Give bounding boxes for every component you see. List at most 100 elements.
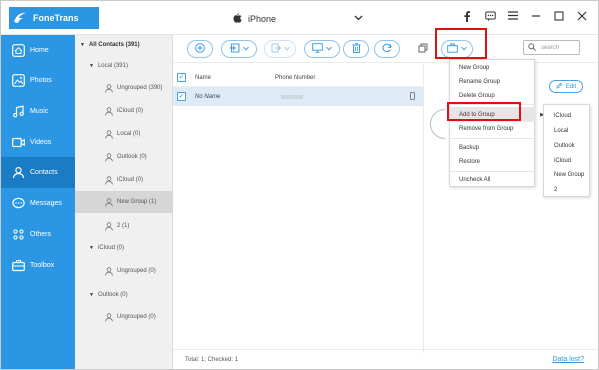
tree-row[interactable]: iCloud (0): [75, 100, 173, 122]
tree-row[interactable]: 2 (1): [75, 215, 173, 237]
sidebar-item-others[interactable]: Others: [1, 219, 75, 250]
search-box[interactable]: search: [523, 40, 580, 55]
plus-icon: [195, 43, 205, 55]
device-selector[interactable]: iPhone: [233, 11, 363, 27]
duplicate-icon: [418, 43, 428, 55]
sidebar-item-label: Photos: [30, 77, 52, 84]
sidebar-item-videos[interactable]: Videos: [1, 127, 75, 158]
sidebar-item-toolbox[interactable]: Toolbox: [1, 250, 75, 281]
data-lost-link[interactable]: Data lost?: [552, 356, 584, 363]
menu-item-remove-from-group[interactable]: Remove from Group: [450, 121, 536, 136]
menu-item-delete-group[interactable]: Delete Group: [450, 88, 536, 103]
tree-row[interactable]: ▼ Outlook (0): [75, 284, 173, 306]
tree-row-label: Ungrouped (0): [117, 268, 156, 274]
menu-item-uncheck-all[interactable]: Uncheck All: [450, 172, 536, 187]
tree-row-label: New Group (1): [117, 199, 157, 205]
submenu-item[interactable]: New Group: [544, 167, 591, 182]
add-to-group-submenu: iCloud Local Outlook iCloud New Group 2: [543, 104, 590, 197]
window-controls: [461, 11, 588, 23]
menu-separator: [450, 138, 536, 139]
chevron-down-icon: [243, 46, 249, 53]
sidebar-item-messages[interactable]: Messages: [1, 188, 75, 219]
person-icon: [105, 175, 113, 185]
submenu-item[interactable]: Local: [544, 123, 591, 138]
menu-item-rename-group[interactable]: Rename Group: [450, 74, 536, 89]
pencil-icon: [556, 82, 563, 91]
sidebar-item-contacts[interactable]: Contacts: [1, 157, 75, 188]
app-logo: FoneTrans: [9, 7, 99, 29]
annotation-box-add-to-group: [447, 102, 521, 121]
tree-row[interactable]: Local (0): [75, 123, 173, 145]
collapse-arrow-icon[interactable]: ▼: [80, 42, 85, 48]
facebook-icon[interactable]: [461, 11, 473, 23]
contacts-icon: [11, 166, 25, 180]
menu-item-new-group[interactable]: New Group: [450, 60, 536, 75]
tree-row[interactable]: ▼ Local (391): [75, 55, 173, 77]
minimize-icon[interactable]: [530, 11, 542, 23]
tree-row-label: iCloud (0): [117, 177, 144, 183]
person-icon: [105, 83, 113, 93]
contacts-tree: ▼ All Contacts (391) ▼ Local (391) Ungro…: [75, 35, 173, 369]
import-icon: [229, 43, 240, 55]
sidebar-item-photos[interactable]: Photos: [1, 65, 75, 96]
submenu-item[interactable]: iCloud: [544, 108, 591, 123]
sidebar-item-label: Music: [30, 108, 49, 115]
music-icon: [11, 105, 25, 119]
collapse-arrow-icon[interactable]: ▼: [89, 292, 94, 298]
menu-item-backup[interactable]: Backup: [450, 140, 536, 155]
sidebar-item-label: Others: [30, 231, 52, 238]
refresh-button[interactable]: [374, 40, 400, 58]
tree-row[interactable]: Ungrouped (0): [75, 260, 173, 282]
status-summary: Total: 1; Checked: 1: [185, 356, 239, 363]
feedback-icon[interactable]: [484, 11, 496, 23]
column-header-name[interactable]: Name: [195, 75, 211, 81]
sidebar-item-label: Messages: [30, 200, 62, 207]
tree-row-selected[interactable]: New Group (1): [75, 191, 173, 213]
person-icon: [105, 312, 113, 322]
edit-button[interactable]: Edit: [549, 80, 583, 93]
column-header-phone[interactable]: Phone Number: [275, 75, 315, 81]
row-checkbox[interactable]: ✓: [177, 92, 186, 101]
person-icon: [105, 152, 113, 162]
tree-row-label: iCloud (0): [97, 245, 124, 251]
sidebar-item-home[interactable]: Home: [1, 35, 75, 66]
list-header: ✓ Name Phone Number: [173, 69, 423, 87]
submenu-item[interactable]: 2: [544, 182, 591, 197]
chevron-down-icon[interactable]: [354, 13, 363, 24]
add-contact-button[interactable]: [187, 40, 213, 58]
context-menu: New Group Rename Group Delete Group Add …: [449, 59, 544, 187]
tree-row-label: Ungrouped (390): [117, 85, 163, 91]
maximize-icon[interactable]: [553, 11, 565, 23]
submenu-item[interactable]: iCloud: [544, 153, 591, 168]
tree-all-contacts[interactable]: ▼ All Contacts (391): [75, 34, 173, 56]
duplicate-button[interactable]: [412, 40, 434, 58]
search-icon: [528, 42, 536, 53]
chevron-down-icon: [283, 46, 290, 53]
tree-row[interactable]: ▼ iCloud (0): [75, 237, 173, 259]
table-row[interactable]: ✓ No Name: [173, 87, 423, 106]
photos-icon: [11, 74, 25, 88]
menu-item-restore[interactable]: Restore: [450, 154, 536, 169]
search-placeholder: search: [541, 44, 560, 51]
export-button[interactable]: [264, 40, 296, 58]
videos-icon: [11, 136, 25, 150]
person-icon: [105, 197, 113, 207]
tree-row[interactable]: Ungrouped (390): [75, 77, 173, 99]
tree-row[interactable]: Outlook (0): [75, 146, 173, 168]
collapse-arrow-icon[interactable]: ▼: [89, 245, 94, 251]
computer-icon: [312, 43, 323, 55]
chevron-down-icon: [326, 46, 332, 53]
status-bar: Total: 1; Checked: 1 Data lost?: [173, 349, 598, 369]
sidebar-item-music[interactable]: Music: [1, 96, 75, 127]
collapse-arrow-icon[interactable]: ▼: [89, 63, 94, 69]
tree-row[interactable]: Ungrouped (0): [75, 306, 173, 328]
submenu-item[interactable]: Outlook: [544, 138, 591, 153]
select-all-checkbox[interactable]: ✓: [177, 73, 186, 82]
import-button[interactable]: [221, 40, 257, 58]
export-to-pc-button[interactable]: [304, 40, 340, 58]
close-icon[interactable]: [576, 11, 588, 23]
tree-row[interactable]: iCloud (0): [75, 169, 173, 191]
menu-icon[interactable]: [507, 11, 519, 23]
person-icon: [105, 266, 113, 276]
delete-button[interactable]: [343, 40, 369, 58]
